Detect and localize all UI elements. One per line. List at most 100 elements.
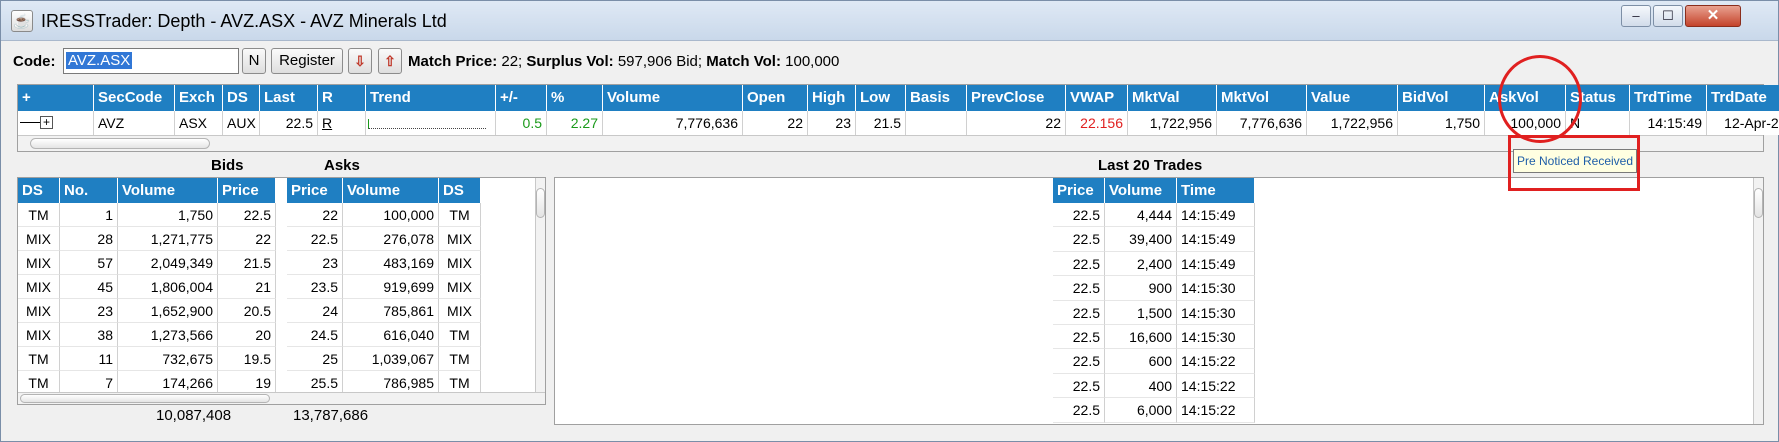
quote-header-high[interactable]: High [808, 85, 856, 111]
trades-row-price[interactable]: 22.5 [1053, 227, 1105, 252]
bids-row-no[interactable]: 11 [60, 347, 118, 371]
asks-row-volume[interactable]: 483,169 [343, 251, 439, 275]
trades-v-scrollbar[interactable] [1753, 178, 1763, 424]
quote-header-bidvol[interactable]: BidVol [1398, 85, 1485, 111]
trades-row-time[interactable]: 14:15:49 [1177, 251, 1255, 277]
asks-row-volume[interactable]: 1,039,067 [343, 347, 439, 371]
trades-row-volume[interactable]: 900 [1105, 276, 1177, 301]
trades-row-volume[interactable]: 1,500 [1105, 300, 1177, 325]
asks-row-price[interactable]: 24.5 [287, 323, 343, 347]
bids-row-no[interactable]: 28 [60, 227, 118, 251]
quote-header-col7[interactable]: +/- [496, 85, 547, 111]
code-input[interactable]: AVZ.ASX [63, 48, 239, 74]
quote-header-exch[interactable]: Exch [175, 85, 223, 111]
bids-row-ds[interactable]: TM [18, 203, 60, 227]
asks-header-volume[interactable]: Volume [343, 178, 439, 203]
depth-h-scrollbar[interactable] [18, 392, 545, 404]
asks-row-price[interactable]: 23.5 [287, 275, 343, 299]
book-up-icon[interactable]: ⇧ [378, 48, 402, 74]
trades-row-price[interactable]: 22.5 [1053, 251, 1105, 277]
trades-row-volume[interactable]: 2,400 [1105, 251, 1177, 277]
asks-row-volume[interactable]: 276,078 [343, 227, 439, 251]
quote-header-trdtime[interactable]: TrdTime [1630, 85, 1707, 111]
asks-row-volume[interactable]: 919,699 [343, 275, 439, 299]
title-bar[interactable]: ☕ IRESSTrader: Depth - AVZ.ASX - AVZ Min… [1, 1, 1778, 41]
trades-row-price[interactable]: 22.5 [1053, 203, 1105, 228]
bids-row-volume[interactable]: 1,271,775 [118, 227, 218, 251]
register-button[interactable]: Register [271, 48, 343, 74]
maximize-button[interactable]: ☐ [1653, 5, 1683, 27]
bids-row-no[interactable]: 23 [60, 299, 118, 323]
asks-row-ds[interactable]: TM [439, 203, 481, 227]
trades-v-scroll-thumb[interactable] [1754, 188, 1763, 218]
trades-row-volume[interactable]: 16,600 [1105, 325, 1177, 350]
quote-header-vwap[interactable]: VWAP [1066, 85, 1128, 111]
trades-row-time[interactable]: 14:15:30 [1177, 276, 1255, 301]
bids-row-volume[interactable]: 1,273,566 [118, 323, 218, 347]
trades-row-price[interactable]: 22.5 [1053, 349, 1105, 374]
quote-header-mktvol[interactable]: MktVol [1217, 85, 1307, 111]
quote-header-col0[interactable]: + [18, 85, 94, 111]
quote-header-ds[interactable]: DS [223, 85, 260, 111]
trades-row-time[interactable]: 14:15:30 [1177, 300, 1255, 325]
trades-row-time[interactable]: 14:15:22 [1177, 373, 1255, 399]
bids-header-volume[interactable]: Volume [118, 178, 218, 203]
trades-row-volume[interactable]: 400 [1105, 373, 1177, 399]
trades-row-volume[interactable]: 6,000 [1105, 398, 1177, 423]
book-down-icon[interactable]: ⇩ [348, 48, 372, 74]
bids-row-ds[interactable]: MIX [18, 227, 60, 251]
asks-row-ds[interactable]: MIX [439, 275, 481, 299]
bids-row-no[interactable]: 1 [60, 203, 118, 227]
bids-row-volume[interactable]: 1,652,900 [118, 299, 218, 323]
trades-row-time[interactable]: 14:15:49 [1177, 227, 1255, 252]
trades-row-volume[interactable]: 39,400 [1105, 227, 1177, 252]
quote-header-volume[interactable]: Volume [603, 85, 743, 111]
close-button[interactable]: ✕ [1685, 5, 1741, 27]
trades-row-price[interactable]: 22.5 [1053, 325, 1105, 350]
bids-row-price[interactable]: 21.5 [218, 251, 276, 275]
trades-row-volume[interactable]: 4,444 [1105, 203, 1177, 228]
quote-header-trend[interactable]: Trend [366, 85, 496, 111]
asks-row-ds[interactable]: TM [439, 347, 481, 371]
trades-row-price[interactable]: 22.5 [1053, 300, 1105, 325]
bids-row-volume[interactable]: 1,750 [118, 203, 218, 227]
bids-row-ds[interactable]: TM [18, 347, 60, 371]
trades-row-price[interactable]: 22.5 [1053, 276, 1105, 301]
bids-header-ds[interactable]: DS [18, 178, 60, 203]
quote-header-basis[interactable]: Basis [906, 85, 967, 111]
trades-row-time[interactable]: 14:15:22 [1177, 349, 1255, 374]
asks-row-price[interactable]: 22 [287, 203, 343, 227]
bids-row-no[interactable]: 57 [60, 251, 118, 275]
quote-header-prevclose[interactable]: PrevClose [967, 85, 1066, 111]
bids-row-ds[interactable]: MIX [18, 275, 60, 299]
bids-row-price[interactable]: 22 [218, 227, 276, 251]
quote-header-low[interactable]: Low [856, 85, 906, 111]
bids-row-price[interactable]: 21 [218, 275, 276, 299]
quote-header-last[interactable]: Last [260, 85, 318, 111]
trades-row-volume[interactable]: 600 [1105, 349, 1177, 374]
asks-row-ds[interactable]: MIX [439, 299, 481, 323]
trades-row-price[interactable]: 22.5 [1053, 373, 1105, 399]
asks-row-price[interactable]: 24 [287, 299, 343, 323]
asks-row-price[interactable]: 23 [287, 251, 343, 275]
trades-header-time[interactable]: Time [1177, 178, 1255, 203]
asks-header-ds[interactable]: DS [439, 178, 481, 203]
asks-row-price[interactable]: 25 [287, 347, 343, 371]
trades-row-time[interactable]: 14:15:30 [1177, 325, 1255, 350]
asks-row-ds[interactable]: TM [439, 323, 481, 347]
bids-row-volume[interactable]: 732,675 [118, 347, 218, 371]
asks-row-volume[interactable]: 100,000 [343, 203, 439, 227]
quote-header-trddate[interactable]: TrdDate [1707, 85, 1779, 111]
quote-header-col8[interactable]: % [547, 85, 603, 111]
minimize-button[interactable]: ‒ [1621, 5, 1651, 27]
asks-header-price[interactable]: Price [287, 178, 343, 203]
bids-row-price[interactable]: 20.5 [218, 299, 276, 323]
bids-row-no[interactable]: 45 [60, 275, 118, 299]
asks-row-ds[interactable]: MIX [439, 227, 481, 251]
asks-row-price[interactable]: 22.5 [287, 227, 343, 251]
quote-h-scrollbar[interactable] [18, 135, 1763, 151]
bids-header-no[interactable]: No. [60, 178, 118, 203]
bids-row-volume[interactable]: 1,806,004 [118, 275, 218, 299]
depth-h-scroll-thumb[interactable] [20, 394, 270, 403]
trades-row-price[interactable]: 22.5 [1053, 398, 1105, 423]
